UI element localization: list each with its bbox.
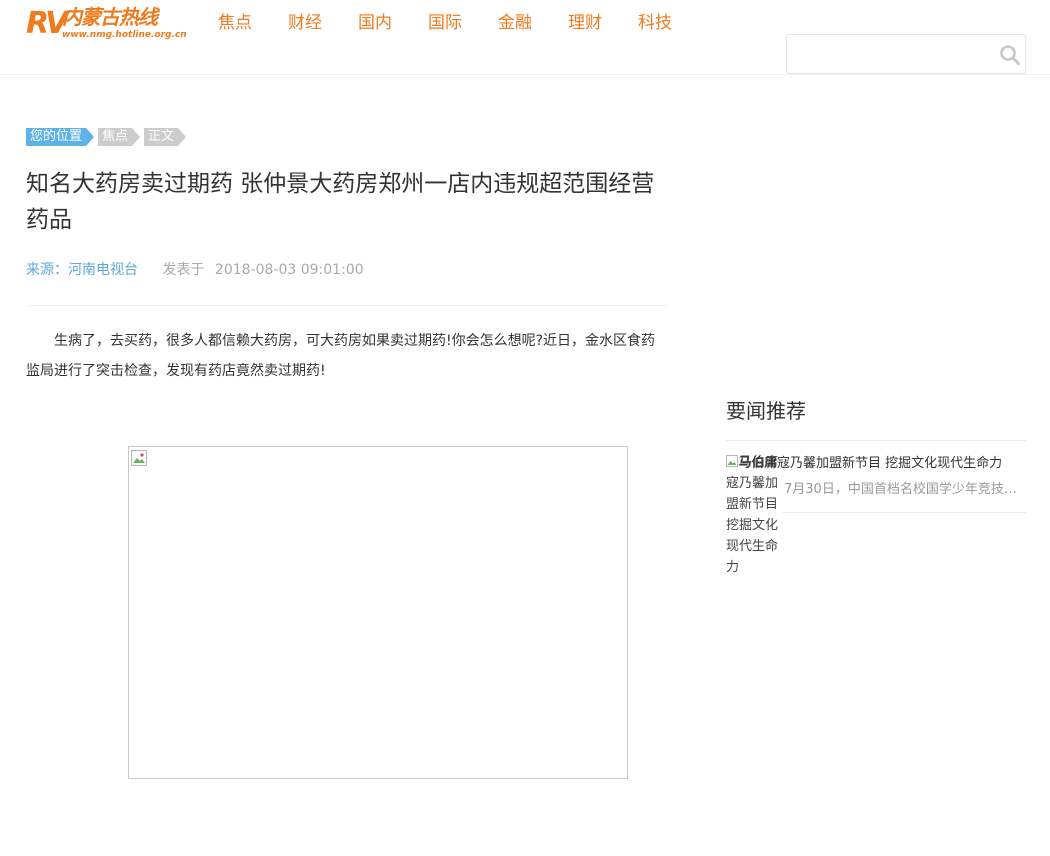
breadcrumb: 您的位置 焦点 正文 — [26, 128, 190, 146]
site-logo[interactable]: RV 内蒙古热线 www.nmg.hotline.org.cn — [26, 4, 190, 44]
sidebar-divider — [726, 440, 1026, 441]
nav-item-wealth[interactable]: 理财 — [568, 10, 602, 36]
nav-item-banking[interactable]: 金融 — [498, 10, 532, 36]
nav-item-focus[interactable]: 焦点 — [218, 10, 252, 36]
search-input[interactable] — [791, 39, 991, 69]
logo-name: 内蒙古热线 — [62, 5, 158, 29]
site-header: RV 内蒙古热线 www.nmg.hotline.org.cn 焦点 财经 国内… — [0, 0, 1050, 75]
main-nav: 焦点 财经 国内 国际 金融 理财 科技 — [218, 10, 708, 36]
broken-image-icon — [131, 450, 147, 466]
article-source[interactable]: 来源：河南电视台 — [26, 262, 138, 278]
meta-divider — [26, 305, 666, 306]
breadcrumb-article: 正文 — [144, 128, 187, 146]
search-icon[interactable] — [999, 44, 1021, 66]
article-body: 生病了，去买药，很多人都信赖大药房，可大药房如果卖过期药!你会怎么想呢?近日，金… — [26, 333, 656, 379]
nav-item-tech[interactable]: 科技 — [638, 10, 672, 36]
broken-image-icon — [726, 455, 738, 467]
logo-mark: RV — [26, 6, 68, 41]
news-divider — [782, 512, 1026, 513]
logo-url: www.nmg.hotline.org.cn — [62, 30, 187, 40]
article-meta: 来源：河南电视台 发表于 2018-08-03 09:01:00 — [26, 260, 364, 280]
news-summary: 7月30日，中国首档名校国学少年竞技节目 — [784, 482, 1026, 497]
news-title[interactable]: 马伯庸寇乃馨加盟新节目 挖掘文化现代生命力 — [738, 452, 1024, 476]
posted-label: 发表于 — [162, 262, 205, 278]
sidebar-title: 要闻推荐 — [726, 399, 806, 423]
article-title: 知名大药房卖过期药 张仲景大药房郑州一店内违规超范围经营药品 — [26, 171, 655, 233]
nav-item-finance[interactable]: 财经 — [288, 10, 322, 36]
search-box — [786, 34, 1026, 74]
breadcrumb-your-location: 您的位置 — [26, 128, 95, 146]
nav-item-international[interactable]: 国际 — [428, 10, 462, 36]
article-image — [128, 446, 628, 779]
breadcrumb-focus[interactable]: 焦点 — [98, 128, 141, 146]
nav-item-domestic[interactable]: 国内 — [358, 10, 392, 36]
article-date: 2018-08-03 09:01:00 — [214, 262, 364, 278]
news-item[interactable]: 马伯庸寇乃馨加盟新节目 挖掘文化现代生命力 马伯庸寇乃馨加盟新节目 挖掘文化现代… — [726, 452, 1026, 575]
